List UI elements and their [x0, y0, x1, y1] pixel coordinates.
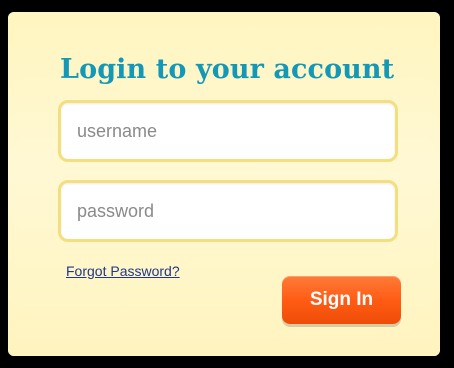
password-input[interactable]	[58, 180, 398, 242]
left-frame-border	[0, 0, 8, 368]
top-frame-border	[0, 0, 454, 12]
right-frame-border	[440, 0, 454, 368]
login-title: Login to your account	[60, 54, 395, 85]
forgot-password-link[interactable]: Forgot Password?	[66, 263, 180, 279]
login-panel-content: Login to your account Forgot Password? S…	[8, 12, 440, 356]
sign-in-button[interactable]: Sign In	[282, 276, 401, 324]
username-input[interactable]	[58, 100, 398, 162]
login-panel: Login to your account Forgot Password? S…	[8, 12, 440, 356]
